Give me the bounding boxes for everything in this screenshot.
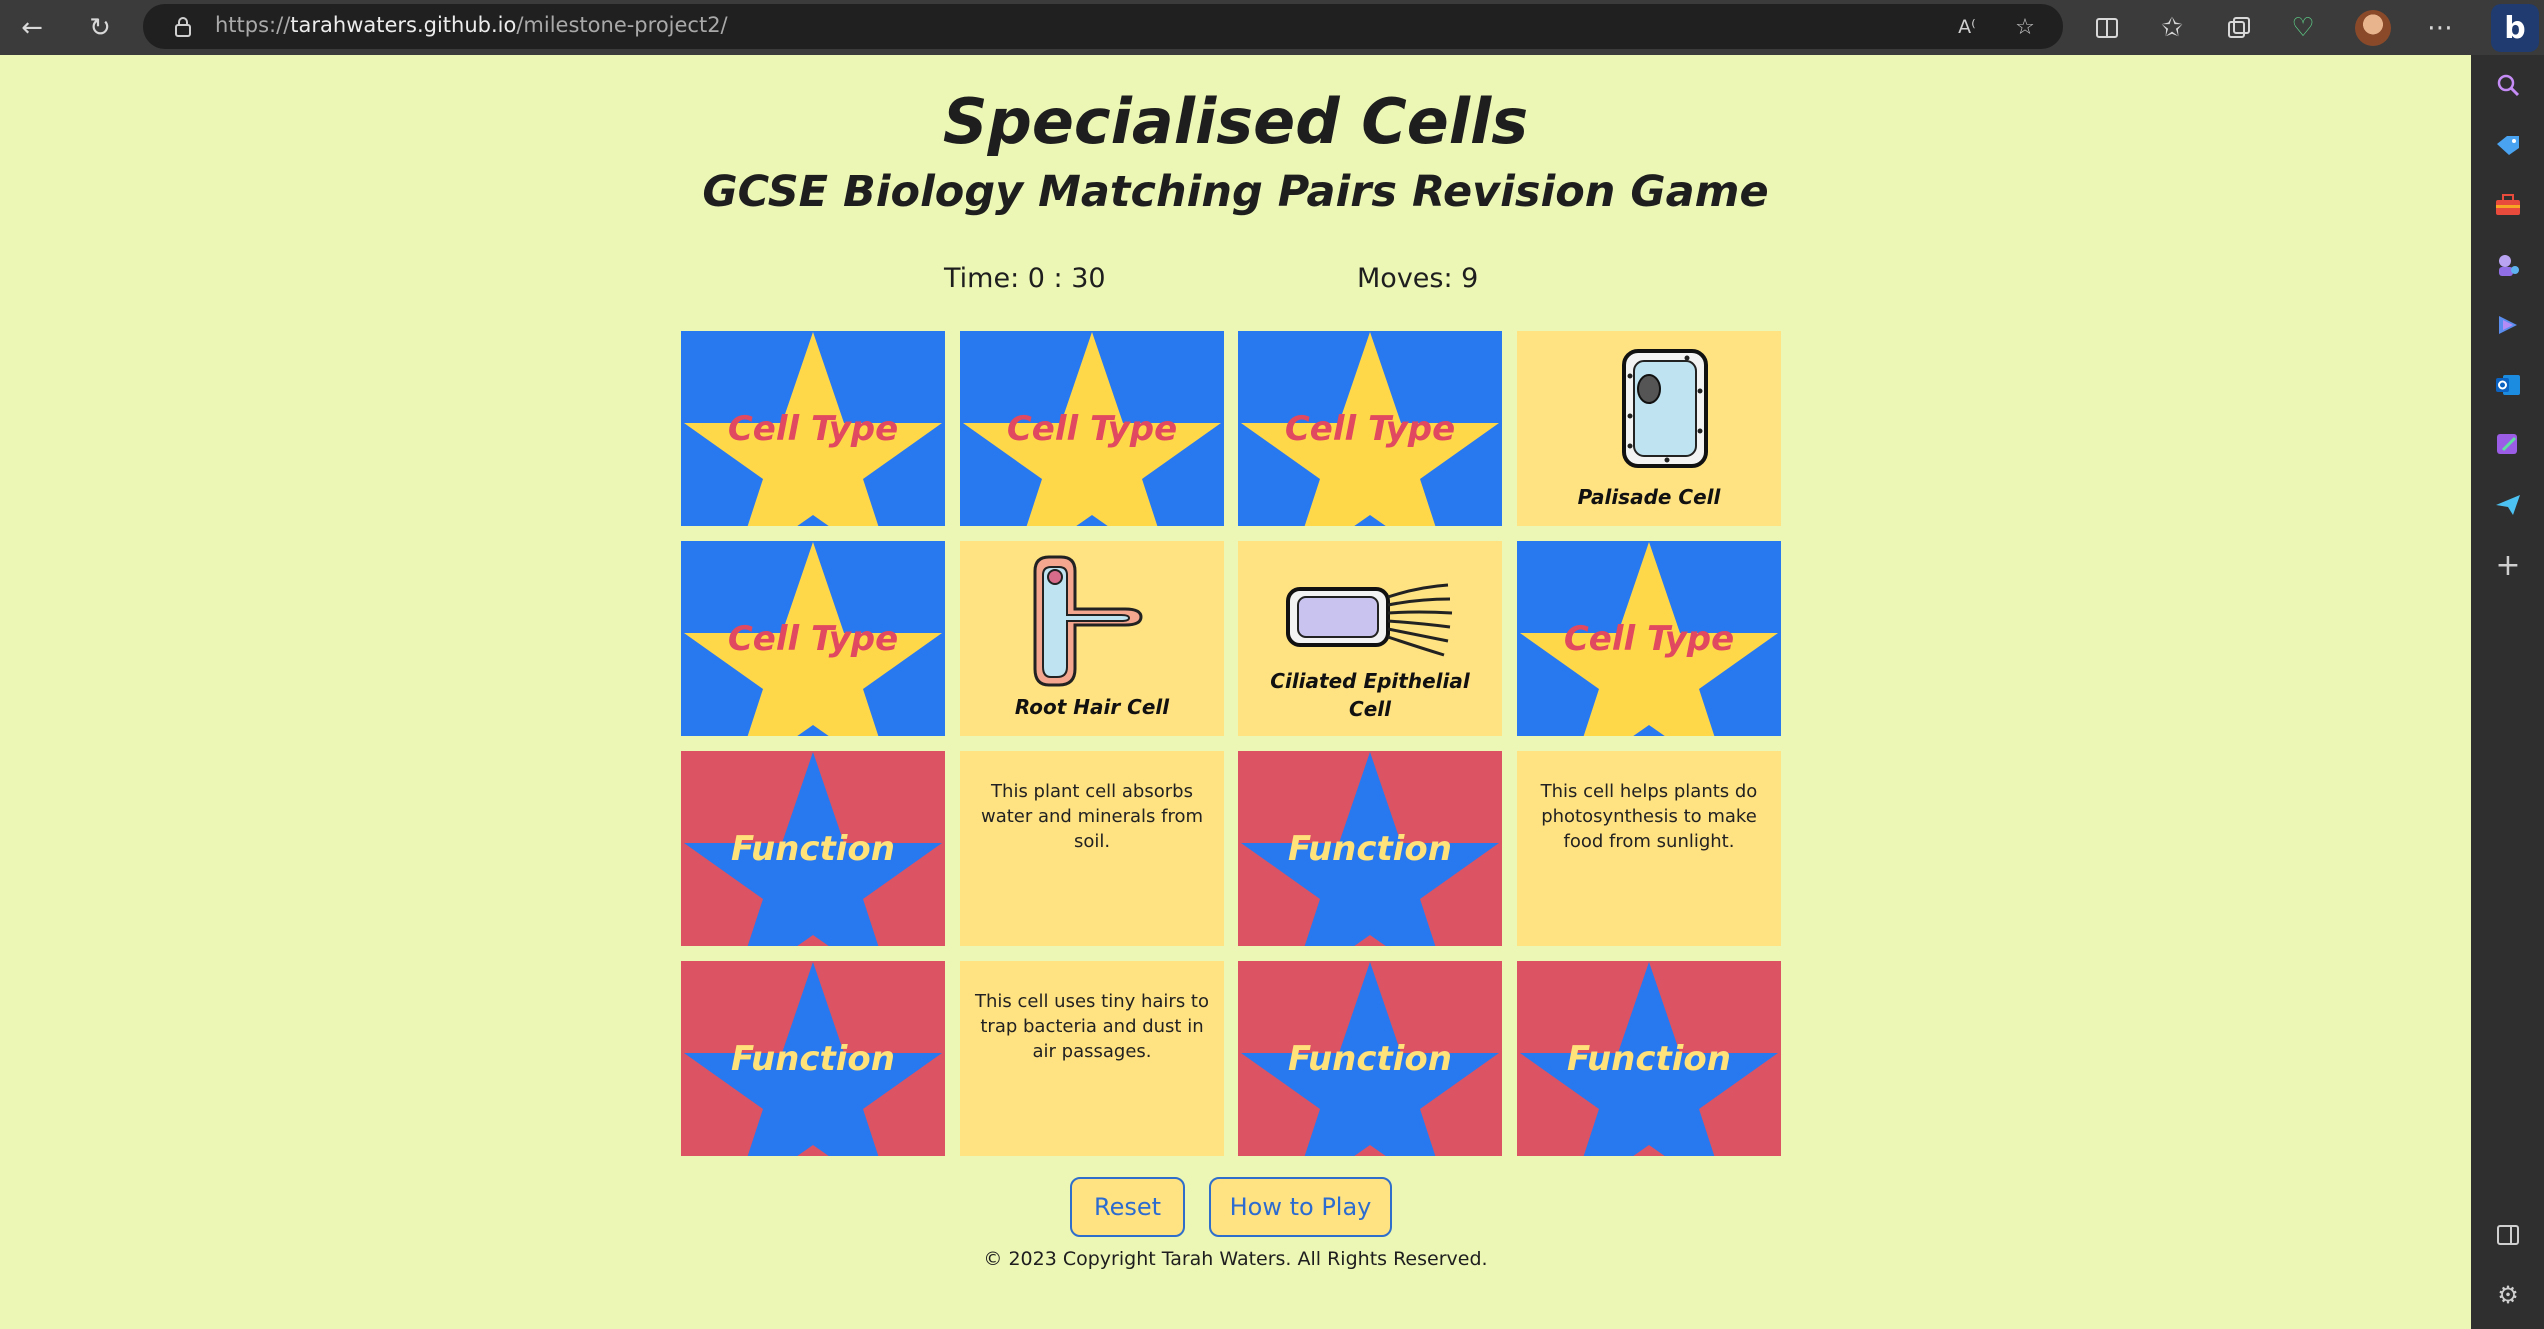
card-back-cell-type[interactable]: Cell Type bbox=[1238, 331, 1502, 526]
card-back-function[interactable]: Function bbox=[1238, 961, 1502, 1156]
profile-avatar[interactable] bbox=[2355, 10, 2391, 46]
card-back-cell-type[interactable]: Cell Type bbox=[1517, 541, 1781, 736]
split-screen-icon[interactable] bbox=[2087, 8, 2127, 48]
browser-sidebar: + ⚙ bbox=[2471, 55, 2544, 1329]
tag-icon[interactable] bbox=[2489, 126, 2527, 164]
card-back-label: Cell Type bbox=[1284, 409, 1456, 449]
card-function[interactable]: This cell helps plants do photosynthesis… bbox=[1517, 751, 1781, 946]
settings-icon[interactable]: ⚙ bbox=[2489, 1276, 2527, 1314]
send-icon[interactable] bbox=[2489, 486, 2527, 524]
collections-icon[interactable] bbox=[2219, 8, 2259, 48]
more-icon[interactable]: ⋯ bbox=[2420, 8, 2460, 48]
url-prefix: https:// bbox=[215, 13, 291, 37]
card-back-label: Function bbox=[730, 1039, 895, 1079]
url-host: tarahwaters.github.io bbox=[290, 13, 517, 37]
card-grid: Cell Type Cell Type Cell Type Palisade Cell… bbox=[681, 331, 1781, 1161]
card-back-label: Cell Type bbox=[1563, 619, 1735, 659]
add-icon[interactable]: + bbox=[2489, 546, 2527, 584]
card-back-label: Function bbox=[730, 829, 895, 869]
card-cell-type[interactable]: Ciliated Epithelial Cell bbox=[1238, 541, 1502, 736]
heart-pulse-icon[interactable]: ♡ bbox=[2283, 8, 2323, 48]
outlook-icon[interactable] bbox=[2489, 366, 2527, 404]
url-text[interactable]: https://tarahwaters.github.io/milestone-… bbox=[215, 13, 728, 37]
card-back-label: Function bbox=[1566, 1039, 1731, 1079]
card-back-cell-type[interactable]: Cell Type bbox=[681, 331, 945, 526]
how-to-play-button[interactable]: How to Play bbox=[1209, 1177, 1392, 1237]
card-back-cell-type[interactable]: Cell Type bbox=[960, 331, 1224, 526]
cell-name-label: Ciliated Epithelial Cell bbox=[1270, 669, 1470, 721]
card-back-label: Cell Type bbox=[727, 409, 899, 449]
cell-name-label: Palisade Cell bbox=[1577, 485, 1721, 509]
footer-copyright: © 2023 Copyright Tarah Waters. All Right… bbox=[983, 1248, 1488, 1270]
moves-counter: Moves: 9 bbox=[1357, 263, 1479, 294]
reset-button[interactable]: Reset bbox=[1070, 1177, 1185, 1237]
function-text: This cell helps plants do photosynthesis… bbox=[1540, 781, 1758, 852]
card-back-function[interactable]: Function bbox=[681, 961, 945, 1156]
card-back-label: Cell Type bbox=[1006, 409, 1178, 449]
address-bar[interactable]: https://tarahwaters.github.io/milestone-… bbox=[143, 4, 2063, 49]
refresh-icon[interactable]: ↻ bbox=[80, 8, 120, 48]
game-page: Specialised Cells GCSE Biology Matching … bbox=[0, 55, 2471, 1329]
card-back-function[interactable]: Function bbox=[1238, 751, 1502, 946]
games-icon[interactable] bbox=[2489, 246, 2527, 284]
panel-icon[interactable] bbox=[2489, 1216, 2527, 1254]
url-path: /milestone-project2/ bbox=[516, 13, 728, 37]
page-subtitle: GCSE Biology Matching Pairs Revision Gam… bbox=[702, 167, 1769, 217]
function-text: This plant cell absorbs water and minera… bbox=[980, 781, 1204, 852]
card-back-function[interactable]: Function bbox=[681, 751, 945, 946]
timer-display: Time: 0 : 30 bbox=[944, 263, 1106, 294]
favorites-icon[interactable]: ✩ bbox=[2152, 8, 2192, 48]
card-cell-type[interactable]: Palisade Cell bbox=[1517, 331, 1781, 526]
card-cell-type[interactable]: Root Hair Cell bbox=[960, 541, 1224, 736]
lock-icon[interactable] bbox=[163, 7, 203, 47]
cell-name-label: Root Hair Cell bbox=[1014, 695, 1170, 719]
designer-icon[interactable] bbox=[2489, 426, 2527, 464]
search-icon[interactable] bbox=[2489, 66, 2527, 104]
bing-icon[interactable]: b bbox=[2491, 4, 2539, 52]
card-back-label: Cell Type bbox=[727, 619, 899, 659]
briefcase-icon[interactable] bbox=[2489, 186, 2527, 224]
card-back-function[interactable]: Function bbox=[1517, 961, 1781, 1156]
back-arrow-icon[interactable]: ← bbox=[12, 8, 52, 48]
card-back-label: Function bbox=[1287, 829, 1452, 869]
card-function[interactable]: This cell uses tiny hairs to trap bacter… bbox=[960, 961, 1224, 1156]
star-outline-icon[interactable]: ☆ bbox=[2005, 7, 2045, 47]
card-function[interactable]: This plant cell absorbs water and minera… bbox=[960, 751, 1224, 946]
copilot-icon[interactable] bbox=[2489, 306, 2527, 344]
card-back-label: Function bbox=[1287, 1039, 1452, 1079]
page-title: Specialised Cells bbox=[942, 85, 1529, 158]
browser-toolbar: ← ↻ https://tarahwaters.github.io/milest… bbox=[0, 0, 2544, 55]
function-text: This cell uses tiny hairs to trap bacter… bbox=[974, 991, 1209, 1062]
read-aloud-icon[interactable]: A⁽ bbox=[1947, 7, 1987, 47]
card-back-cell-type[interactable]: Cell Type bbox=[681, 541, 945, 736]
